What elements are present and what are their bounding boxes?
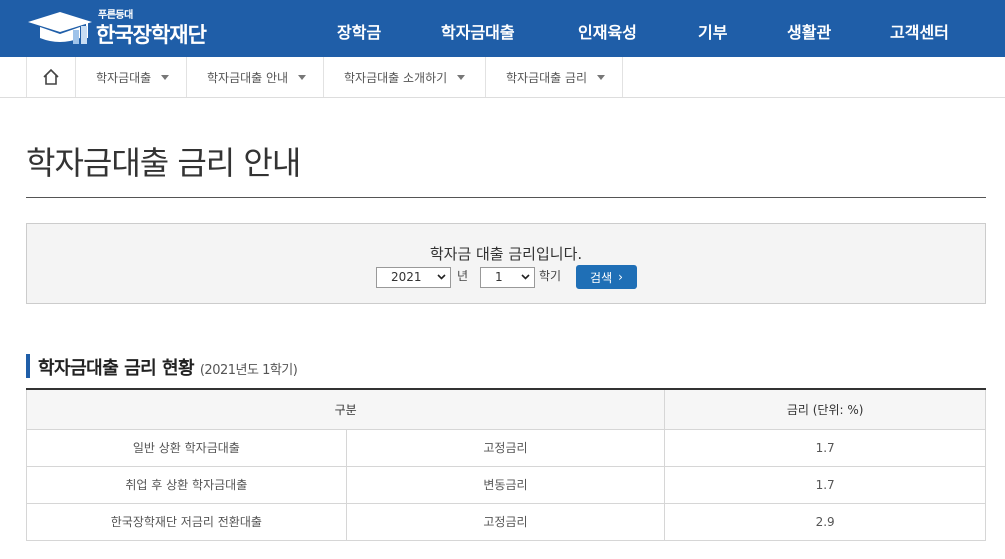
breadcrumb-label: 학자금대출 (96, 70, 152, 85)
table-header-row: 구분 금리 (단위: %) (25, 388, 986, 430)
chevron-down-icon (521, 274, 530, 280)
table-row: 취업 후 상환 학자금대출 변동금리 1.7 (26, 465, 986, 504)
breadcrumb-label: 학자금대출 금리 (506, 70, 588, 85)
rate-value-cell: 1.7 (664, 465, 986, 504)
caret-down-icon (597, 74, 606, 80)
section-subtitle: (2021년도 1학기) (199, 363, 298, 378)
page-title: 학자금대출 금리 안내 (26, 144, 301, 182)
section-accent-bar (26, 354, 30, 378)
rate-type-cell: 고정금리 (345, 502, 666, 541)
caret-down-icon (298, 74, 307, 80)
column-header-category: 구분 (25, 388, 666, 430)
rate-type-cell: 변동금리 (345, 465, 666, 504)
term-select[interactable]: 1 (480, 267, 535, 288)
year-select[interactable]: 2021 (376, 267, 451, 288)
breadcrumb-item-loan-guide[interactable]: 학자금대출 안내 (187, 57, 324, 97)
section-title: 학자금대출 금리 현황 (2021년도 1학기) (38, 354, 298, 380)
breadcrumb-item-loan-rate[interactable]: 학자금대출 금리 (486, 57, 623, 97)
table-row: 일반 상환 학자금대출 고정금리 1.7 (26, 428, 986, 467)
term-label: 학기 (539, 269, 562, 283)
year-select-value: 2021 (391, 270, 422, 284)
loan-type-cell: 취업 후 상환 학자금대출 (26, 465, 347, 504)
rate-value-cell: 2.9 (664, 502, 986, 541)
rate-type-cell: 고정금리 (345, 428, 666, 467)
logo-wordmark: 한국장학재단 (96, 23, 207, 47)
caret-down-icon (161, 74, 170, 80)
loan-type-cell: 한국장학재단 저금리 전환대출 (26, 502, 347, 541)
rate-value-cell: 1.7 (664, 428, 986, 467)
breadcrumb-label: 학자금대출 안내 (207, 70, 289, 85)
caret-down-icon (457, 74, 466, 80)
column-header-rate: 금리 (단위: %) (664, 388, 986, 430)
term-select-value: 1 (495, 270, 503, 284)
nav-donation[interactable]: 기부 (698, 19, 727, 43)
logo[interactable]: 푸른등대 한국장학재단 (26, 6, 226, 50)
search-button-label: 검색 (590, 270, 613, 285)
breadcrumb-item-loan-intro[interactable]: 학자금대출 소개하기 (324, 57, 486, 97)
nav-customer-center[interactable]: 고객센터 (890, 19, 949, 43)
loan-type-cell: 일반 상환 학자금대출 (26, 428, 347, 467)
rate-search-panel: 학자금 대출 금리입니다. 2021 년 1 학기 검색 › (26, 223, 986, 304)
breadcrumb-item-student-loan[interactable]: 학자금대출 (76, 57, 187, 97)
top-header: 푸른등대 한국장학재단 장학금 학자금대출 인재육성 기부 생활관 고객센터 (0, 0, 1005, 57)
graduation-cap-logo-icon (28, 12, 92, 44)
nav-scholarship[interactable]: 장학금 (337, 19, 381, 43)
breadcrumb: 학자금대출 학자금대출 안내 학자금대출 소개하기 학자금대출 금리 (0, 57, 1005, 98)
title-divider (26, 197, 986, 198)
chevron-right-icon: › (618, 270, 623, 284)
breadcrumb-label: 학자금대출 소개하기 (344, 70, 448, 85)
home-button[interactable] (26, 57, 76, 97)
year-label: 년 (457, 269, 469, 283)
chevron-down-icon (437, 274, 446, 280)
search-button[interactable]: 검색 › (576, 265, 637, 289)
nav-talent-development[interactable]: 인재육성 (578, 19, 637, 43)
nav-student-loan[interactable]: 학자금대출 (441, 19, 515, 43)
table-row: 한국장학재단 저금리 전환대출 고정금리 2.9 (26, 502, 986, 541)
nav-dormitory[interactable]: 생활관 (787, 19, 831, 43)
search-caption: 학자금 대출 금리입니다. (429, 245, 583, 263)
section-title-text: 학자금대출 금리 현황 (38, 358, 195, 379)
home-icon (43, 68, 59, 85)
loan-rate-table: 구분 금리 (단위: %) 일반 상환 학자금대출 고정금리 1.7 취업 후 … (25, 388, 986, 541)
